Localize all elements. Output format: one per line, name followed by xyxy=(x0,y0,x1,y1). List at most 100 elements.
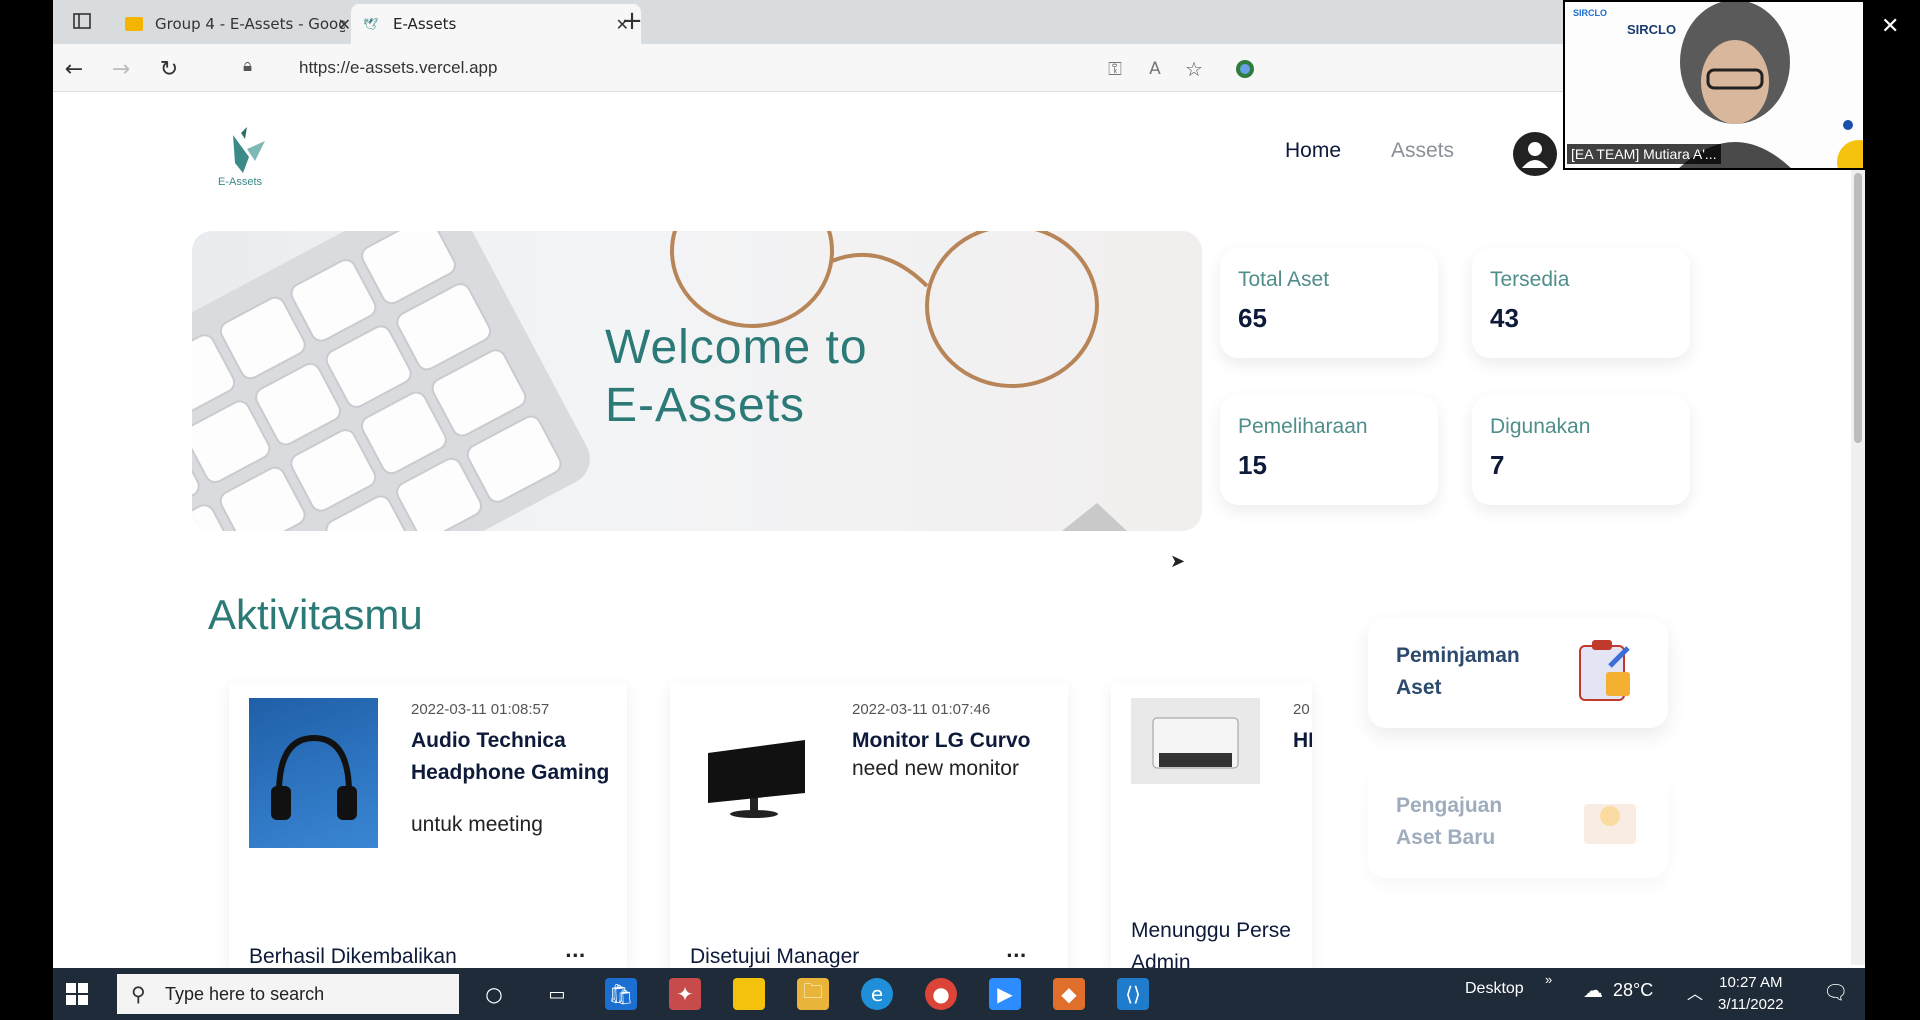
right-border: ✕ xyxy=(1865,0,1920,1020)
printer-thumbnail xyxy=(1131,698,1260,784)
clock-date: 3/11/2022 xyxy=(1718,996,1784,1013)
card-date: 20 xyxy=(1293,701,1310,718)
left-border xyxy=(0,0,53,1020)
page-content: E-Assets Home Assets Welcome to E-Assets… xyxy=(53,93,1865,968)
logo-text: E-Assets xyxy=(218,176,263,188)
clipboard-icon xyxy=(1579,640,1630,701)
temperature[interactable]: 28°C xyxy=(1613,980,1653,1001)
stat-tersedia: Tersedia 43 xyxy=(1472,248,1690,358)
weather-icon[interactable]: ☁ xyxy=(1583,978,1603,1003)
stat-label: Digunakan xyxy=(1490,415,1591,438)
zoom-icon[interactable]: ▶ xyxy=(989,978,1021,1010)
new-tab-icon[interactable]: + xyxy=(619,6,645,36)
close-tab-icon[interactable]: ✕ xyxy=(338,15,351,34)
card-status: Berhasil Dikembalikan xyxy=(249,945,457,968)
activity-title: Aktivitasmu xyxy=(208,591,423,638)
tray-chevron-icon[interactable]: ︿ xyxy=(1687,980,1703,1004)
mouse-cursor-icon: ➤ xyxy=(1170,551,1186,572)
nav-assets[interactable]: Assets xyxy=(1391,139,1454,163)
tab-label: Group 4 - E-Assets - Google Slid xyxy=(155,15,345,33)
tab-e-assets[interactable]: 🕊 E-Assets ✕ xyxy=(351,4,641,44)
stat-value: 43 xyxy=(1490,303,1519,333)
clock[interactable]: 10:27 AM 3/11/2022 xyxy=(1718,972,1784,1016)
stat-label: Total Aset xyxy=(1238,268,1330,291)
card-status: Menunggu Perse Admin xyxy=(1131,915,1312,968)
stat-value: 7 xyxy=(1490,450,1505,480)
desktop-label[interactable]: Desktop xyxy=(1465,980,1524,998)
participant-name: [EA TEAM] Mutiara A'... xyxy=(1567,144,1721,164)
vscode-icon[interactable]: ⟨⟩ xyxy=(1117,978,1149,1010)
back-icon[interactable]: ← xyxy=(61,56,87,82)
git-icon[interactable]: ◆ xyxy=(1053,978,1085,1010)
tab-label: E-Assets xyxy=(393,15,457,33)
side-card-title-line2: Aset xyxy=(1396,676,1442,699)
screen: ✕ Group 4 - E-Assets - Google Slid ✕ 🕊 E… xyxy=(0,0,1920,1020)
e-assets-favicon: 🕊 xyxy=(363,17,379,31)
slides-icon xyxy=(125,17,143,31)
side-card-title-line1: Peminjaman xyxy=(1396,644,1520,667)
notifications-icon[interactable]: 🗨︎ xyxy=(1823,980,1848,1005)
more-options-icon[interactable]: ... xyxy=(565,941,586,962)
extension-icon[interactable] xyxy=(1232,56,1258,82)
taskbar: ⚲ Type here to search ○ ▭ 🛍︎ ✦ 🗀︎ e ● ▶ … xyxy=(53,968,1865,1020)
headphone-thumbnail xyxy=(249,698,378,848)
card-note: need new monitor xyxy=(852,757,1019,780)
sticky-notes-icon[interactable] xyxy=(733,978,765,1010)
side-card-title: Pengajuan Aset Baru xyxy=(1396,790,1566,854)
url-text: https://e-assets.vercel.app xyxy=(299,58,498,77)
search-icon: ⚲ xyxy=(131,984,146,1006)
search-placeholder: Type here to search xyxy=(165,983,325,1004)
video-small-brand: SIRCLO xyxy=(1573,8,1608,18)
video-call-overlay[interactable]: SIRCLO SIRCLO [EA TEAM] Mutiara A'... xyxy=(1563,0,1865,170)
avatar[interactable] xyxy=(1513,132,1557,176)
task-view-icon[interactable]: ▭ xyxy=(541,978,573,1010)
side-card-title-line2: Aset Baru xyxy=(1396,826,1496,849)
card-date: 2022-03-11 01:07:46 xyxy=(852,701,991,718)
edge-icon[interactable]: e xyxy=(861,978,893,1010)
pengajuan-aset-baru-button[interactable]: Pengajuan Aset Baru xyxy=(1368,768,1668,878)
hero-title-line2: E-Assets xyxy=(605,379,806,432)
decoration-circle xyxy=(1837,140,1863,168)
forward-icon[interactable]: → xyxy=(108,56,134,82)
store-icon[interactable]: 🛍︎ xyxy=(605,978,637,1010)
hero-title: Welcome to E-Assets xyxy=(605,319,868,435)
taskbar-search[interactable]: ⚲ Type here to search xyxy=(117,974,459,1014)
favorite-icon[interactable]: ☆ xyxy=(1181,56,1207,82)
tab-actions-icon[interactable] xyxy=(69,8,95,34)
card-note: untuk meeting xyxy=(411,813,543,836)
card-status: Disetujui Manager xyxy=(690,945,860,968)
tab-google-slides[interactable]: Group 4 - E-Assets - Google Slid ✕ xyxy=(113,4,363,44)
peminjaman-aset-button[interactable]: Peminjaman Aset xyxy=(1368,618,1668,728)
app-icon[interactable]: ✦ xyxy=(669,978,701,1010)
card-asset-name: Monitor LG Curvo xyxy=(852,729,1031,752)
side-card-title-line1: Pengajuan xyxy=(1396,794,1503,817)
page-scrollbar[interactable] xyxy=(1851,165,1865,965)
card-date: 2022-03-11 01:08:57 xyxy=(411,701,550,718)
stat-pemeliharaan: Pemeliharaan 15 xyxy=(1220,395,1438,505)
speaking-indicator-icon xyxy=(1843,120,1853,130)
chrome-icon[interactable]: ● xyxy=(925,978,957,1010)
key-icon[interactable]: ⚿ xyxy=(1102,56,1128,82)
read-aloud-icon[interactable]: A xyxy=(1142,56,1168,82)
side-card-title: Peminjaman Aset xyxy=(1396,640,1566,704)
card-status-line2: Admin xyxy=(1131,951,1191,968)
activity-card[interactable]: 2022-03-11 01:08:57 Audio Technica Headp… xyxy=(229,683,627,968)
scrollbar-thumb[interactable] xyxy=(1854,173,1862,443)
lock-icon: 🔒︎ xyxy=(243,56,253,76)
monitor-thumbnail xyxy=(690,698,819,848)
stat-value: 65 xyxy=(1238,303,1267,333)
more-options-icon[interactable]: ... xyxy=(1006,941,1027,962)
card-asset-name: Audio Technica Headphone Gaming xyxy=(411,729,610,784)
nav-home[interactable]: Home xyxy=(1285,139,1341,163)
hero-title-line1: Welcome to xyxy=(605,321,868,374)
refresh-icon[interactable]: ↻ xyxy=(156,56,182,82)
activity-card[interactable]: 20 HI Menunggu Perse Admin xyxy=(1111,683,1312,968)
desktop-chevron-icon[interactable]: » xyxy=(1545,972,1552,987)
windows-start-icon[interactable] xyxy=(61,978,93,1010)
file-explorer-icon[interactable]: 🗀︎ xyxy=(797,978,829,1010)
close-window-icon[interactable]: ✕ xyxy=(1881,14,1899,39)
activity-card[interactable]: 2022-03-11 01:07:46 Monitor LG Curvo nee… xyxy=(670,683,1068,968)
clock-time: 10:27 AM xyxy=(1719,974,1783,991)
cortana-icon[interactable]: ○ xyxy=(478,978,510,1010)
stat-total-aset: Total Aset 65 xyxy=(1220,248,1438,358)
